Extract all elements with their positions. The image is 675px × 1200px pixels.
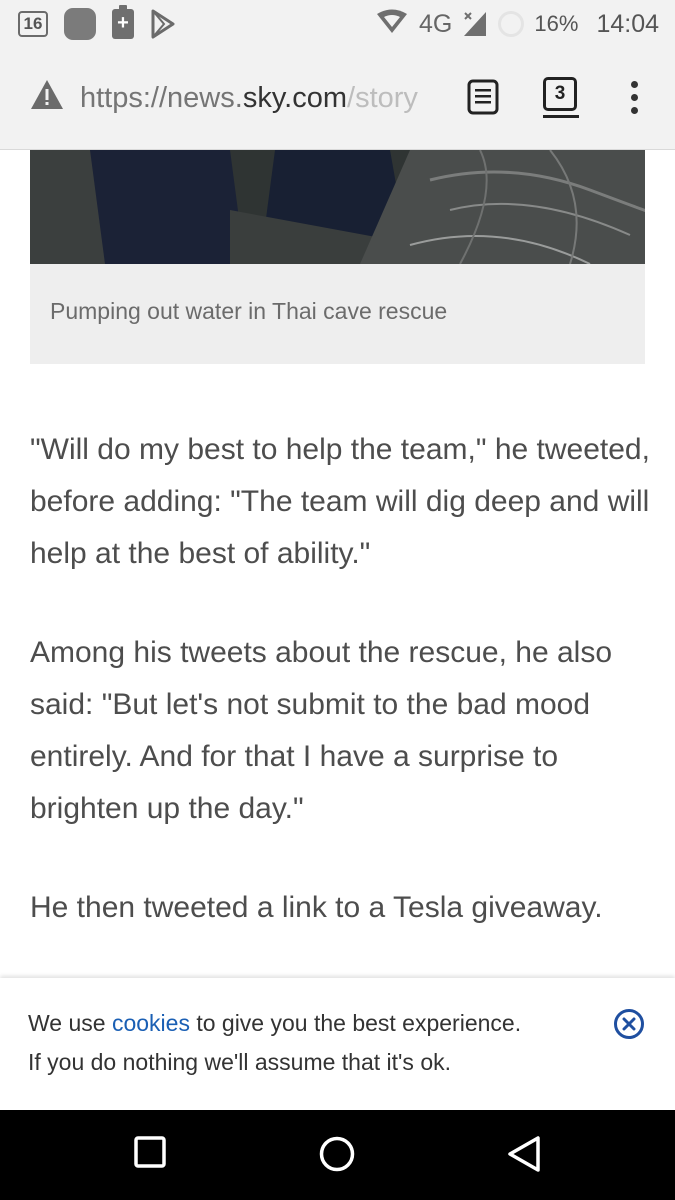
battery-ring-icon [498, 11, 525, 37]
url-field[interactable]: https://news.sky.com/story [80, 78, 442, 118]
image-caption: Pumping out water in Thai cave rescue [50, 298, 448, 324]
tab-switcher-underline [543, 115, 579, 118]
close-icon[interactable] [613, 1008, 645, 1040]
cookie-message-line-2: If you do nothing we'll assume that it's… [28, 1049, 452, 1075]
cookies-link[interactable]: cookies [112, 1010, 190, 1036]
play-store-icon [150, 9, 176, 39]
overflow-menu-icon[interactable] [628, 81, 640, 117]
recent-apps-icon[interactable] [133, 1135, 167, 1174]
home-icon[interactable] [318, 1135, 356, 1178]
url-path: /story [347, 82, 418, 114]
tab-switcher-button[interactable]: 3 [543, 77, 577, 111]
signal-icon [462, 10, 488, 38]
warning-icon[interactable] [30, 79, 64, 116]
cookie-message-line-1: We use cookies to give you the best expe… [28, 1010, 521, 1037]
back-icon[interactable] [506, 1135, 542, 1178]
status-bar: 16 + 4G 16% 14:04 [0, 0, 675, 48]
network-type: 4G [419, 9, 453, 38]
reader-mode-icon[interactable] [467, 79, 499, 120]
url-domain: sky.com [242, 82, 348, 114]
cookie-banner: We use cookies to give you the best expe… [0, 978, 675, 1110]
app-notification-icon [64, 8, 96, 40]
article-paragraph-1: "Will do my best to help the team," he t… [30, 433, 650, 570]
cookie-text-after: to give you the best experience. [189, 1010, 522, 1036]
article-paragraph-3: He then tweeted a link to a Tesla giveaw… [30, 891, 603, 924]
cookie-text-before: We use [28, 1010, 112, 1036]
clock: 14:04 [596, 9, 659, 38]
battery-saver-icon: + [112, 5, 134, 39]
article-image [30, 150, 645, 264]
notification-count-icon: 16 [18, 11, 48, 37]
url-prefix: https://news. [80, 82, 243, 114]
system-navigation-bar [0, 1110, 675, 1200]
browser-toolbar: https://news.sky.com/story 3 [0, 48, 675, 150]
image-caption-box: Pumping out water in Thai cave rescue [30, 264, 645, 364]
wifi-icon [375, 9, 409, 40]
article-paragraph-2: Among his tweets about the rescue, he al… [30, 636, 613, 825]
battery-percent: 16% [534, 11, 579, 36]
